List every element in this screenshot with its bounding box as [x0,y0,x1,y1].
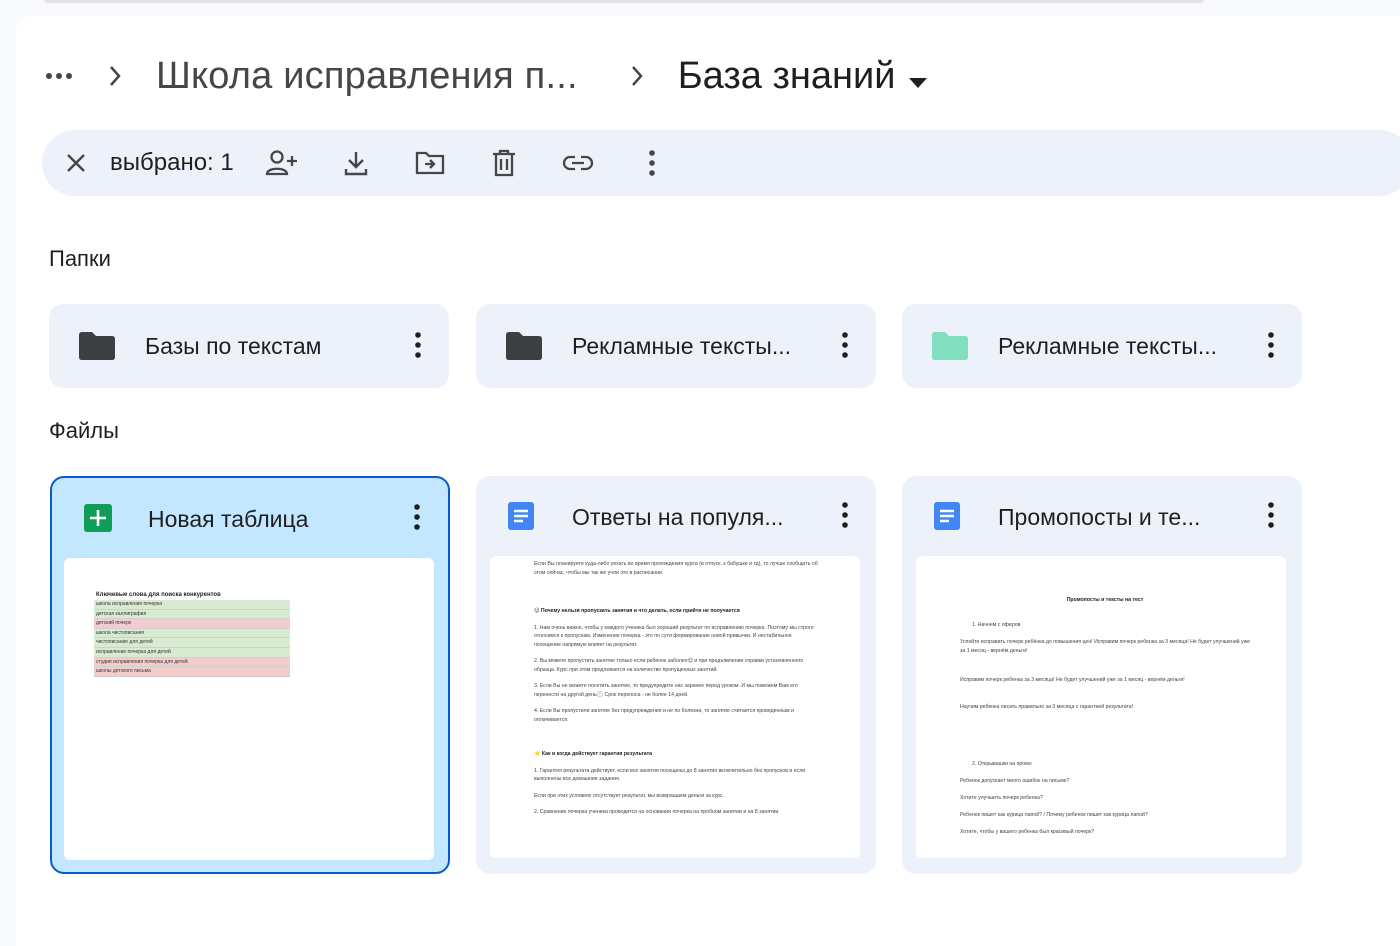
selection-toolbar: выбрано: 1 [42,130,1400,196]
doc-preview: Промопосты и тексты на тест 1. Начнем с … [960,596,1250,845]
folder-card[interactable]: Рекламные тексты... [902,304,1302,388]
doc-paragraph: Ребенок пишет как курица лапой? / Почему… [960,812,1148,818]
folder-icon [506,332,542,365]
breadcrumb-current[interactable]: База знаний [678,55,928,98]
selection-count: выбрано: 1 [110,149,234,176]
doc-paragraph: 1. Гарантия результата действует, если в… [534,767,806,783]
doc-paragraph: 1. Нам очень важно, чтобы у каждого учен… [534,624,814,648]
doc-paragraph: 2. Сравнение почерка ученика проводится … [534,809,780,815]
more-vert-icon[interactable] [632,143,672,183]
docs-icon [508,502,534,535]
more-vert-icon[interactable] [842,332,848,363]
files-heading: Файлы [49,418,119,443]
more-vert-icon[interactable] [842,502,848,533]
file-card[interactable]: Промопосты и те... Промопосты и тексты н… [902,476,1302,874]
doc-paragraph: Если Вы планируете куда-либо уехать во в… [534,561,818,576]
download-icon[interactable] [336,143,376,183]
more-vert-icon[interactable] [415,332,421,363]
doc-paragraph: 4. Если Вы пропустили занятие без предуп… [534,708,794,723]
doc-preview: Если Вы планируете куда-либо уехать во в… [534,560,820,825]
chevron-right-icon [104,65,126,87]
trash-icon[interactable] [484,143,524,183]
doc-paragraph: Хотите улучшить почерк ребенка? [960,795,1043,801]
doc-paragraph: Хотите, чтобы у вашего ребенка был краси… [960,829,1095,835]
file-thumbnail: Ключевые слова для поиска конкурентов шк… [64,558,434,860]
doc-paragraph: Если при этих условиях отсутствует резул… [534,792,725,799]
doc-subheading: 2. Открывашки на промо [972,761,1032,767]
share-person-add-icon[interactable] [262,143,302,183]
sheet-header: Ключевые слова для поиска конкурентов [94,590,290,600]
doc-title: Промопосты и тексты на тест [1066,597,1144,603]
file-thumbnail: Если Вы планируете куда-либо уехать во в… [490,556,860,858]
file-name: Новая таблица [148,506,309,532]
folder-name: Базы по текстам [145,332,322,359]
sheet-row: исправление почерка для детей [94,647,290,658]
doc-paragraph: Исправим почерк ребенка за 3 месяца! Не … [960,677,1185,683]
folder-name: Рекламные тексты... [998,332,1218,359]
folder-icon [932,332,968,365]
folder-card[interactable]: Рекламные тексты... [476,304,876,388]
top-edge [44,0,1204,3]
link-icon[interactable] [558,143,598,183]
dropdown-arrow-icon [909,55,928,98]
folder-card[interactable]: Базы по текстам [49,304,449,388]
docs-icon [934,502,960,535]
file-card[interactable]: Ответы на популя... Если Вы планируете к… [476,476,876,874]
breadcrumb: Школа исправления п... База знаний [44,46,928,106]
doc-paragraph: Ребенок допускает много ошибок на письме… [960,778,1070,784]
doc-heading: 😊 Почему нельзя пропускать занятия и что… [534,608,740,614]
file-card-selected[interactable]: Новая таблица Ключевые слова для поиска … [50,476,450,874]
close-icon[interactable] [56,143,96,183]
file-name: Промопосты и те... [998,504,1201,530]
doc-subheading: 1. Начнем с оферов [972,622,1021,628]
sheet-row: студия исправления почерка для детей [94,657,290,668]
doc-paragraph: 2. Вы можете пропустить занятие только е… [534,658,804,673]
sheet-row: школы детского письма [94,667,290,677]
chevron-right-icon [626,65,648,87]
doc-paragraph: Научим ребенка писать правильно за 3 мес… [960,704,1134,710]
folder-icon [79,332,115,365]
breadcrumb-current-label: База знаний [677,54,896,97]
sheet-row: чистописание для детей [94,638,290,648]
file-name: Ответы на популя... [572,504,784,530]
file-card-header: Новая таблица [52,478,448,558]
sheets-icon [84,504,112,537]
sheet-row: детская каллиграфия [94,609,290,620]
folder-name: Рекламные тексты... [572,332,792,359]
sheet-row: детский почерк [94,619,290,629]
more-vert-icon[interactable] [414,504,420,535]
doc-heading: ⭐ Как и когда действует гарантия результ… [534,751,653,757]
breadcrumb-parent[interactable]: Школа исправления п... [156,55,578,98]
sheet-row: школа чистописания [94,628,290,639]
file-card-header: Ответы на популя... [476,476,876,556]
doc-paragraph: Успейте исправить почерк ребёнка до повы… [960,639,1250,654]
more-vert-icon[interactable] [1268,332,1274,363]
sheet-preview: Ключевые слова для поиска конкурентов шк… [94,590,290,677]
file-thumbnail: Промопосты и тексты на тест 1. Начнем с … [916,556,1286,858]
file-card-header: Промопосты и те... [902,476,1302,556]
more-vert-icon[interactable] [1268,502,1274,533]
more-horiz-icon[interactable] [44,61,74,91]
sheet-row: школа исправления почерка [94,600,290,610]
folders-heading: Папки [49,246,111,271]
move-to-folder-icon[interactable] [410,143,450,183]
doc-paragraph: 3. Если Вы не можете посетить занятие, т… [534,683,798,698]
